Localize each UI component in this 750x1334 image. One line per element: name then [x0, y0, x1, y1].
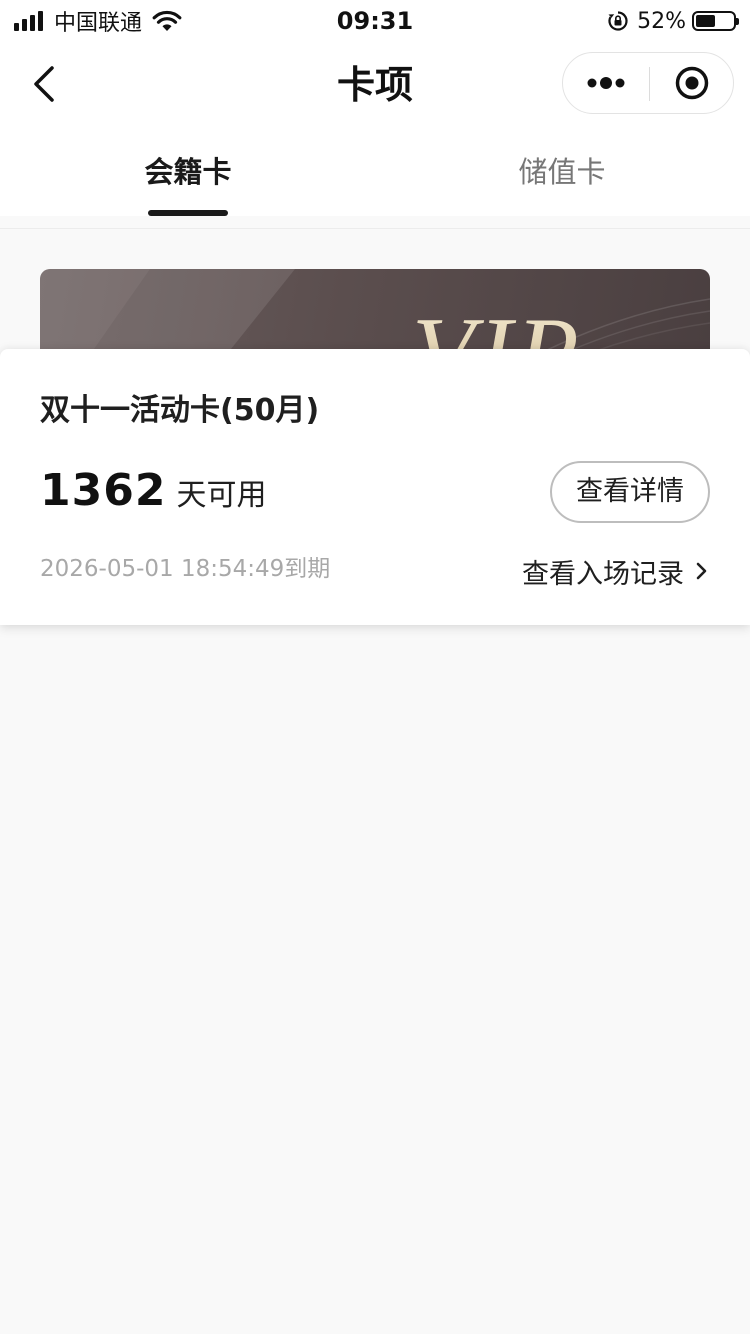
view-entry-records-link[interactable]: 查看入场记录: [522, 551, 710, 591]
days-remaining-label: 天可用: [176, 478, 267, 513]
more-dots-icon: [587, 77, 625, 89]
days-remaining: 1362 天可用: [40, 465, 266, 521]
days-remaining-value: 1362: [40, 465, 167, 516]
target-close-icon: [675, 66, 709, 100]
tab-stored-value-card[interactable]: 储值卡: [492, 152, 632, 192]
rotation-lock-icon: [608, 11, 628, 31]
battery-tip: [736, 18, 739, 25]
card-type-tabs: 会籍卡 储值卡: [0, 130, 750, 216]
battery-fill: [696, 15, 715, 27]
entry-records-label: 查看入场记录: [522, 558, 684, 590]
more-button[interactable]: [563, 53, 649, 113]
nav-bar: 卡项: [0, 40, 750, 130]
tab-membership-card[interactable]: 会籍卡: [118, 152, 258, 192]
view-details-button[interactable]: 查看详情: [550, 461, 710, 523]
expiry-date: 2026-05-01 18:54:49到期: [40, 556, 331, 582]
tabs-divider: [0, 228, 750, 229]
card-name: 双十一活动卡(50月): [40, 393, 320, 428]
active-tab-indicator: [148, 210, 228, 216]
status-bar: 中国联通 09:31 52%: [0, 0, 750, 40]
chevron-right-icon: [696, 562, 707, 580]
close-button[interactable]: [650, 53, 734, 113]
battery-icon: [692, 11, 739, 31]
status-right: 52%: [607, 6, 739, 36]
battery-percent: 52%: [637, 8, 686, 34]
card-detail-panel: 双十一活动卡(50月) 1362 天可用 查看详情 2026-05-01 18:…: [0, 349, 750, 625]
mini-program-capsule: [562, 52, 734, 114]
